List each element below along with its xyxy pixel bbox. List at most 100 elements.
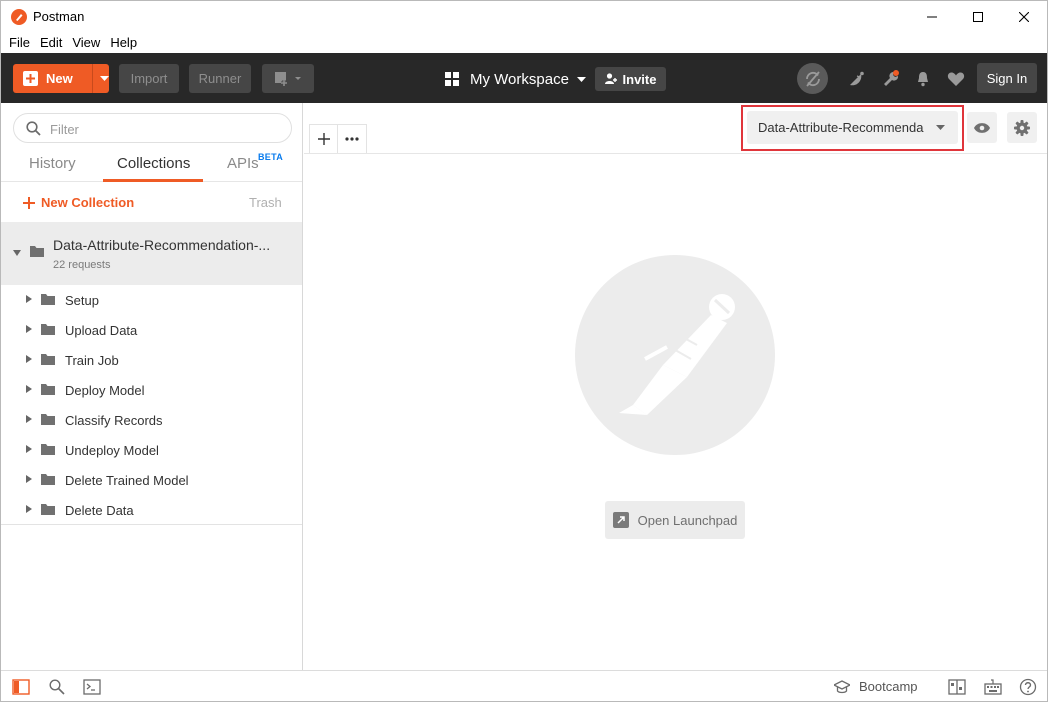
chevron-down-icon (576, 76, 586, 82)
close-button[interactable] (1001, 1, 1047, 32)
bootcamp-label: Bootcamp (859, 679, 918, 694)
chevron-right-icon[interactable] (26, 325, 32, 333)
folder-icon (41, 384, 55, 395)
grid-icon (445, 72, 459, 86)
sign-in-button[interactable]: Sign In (977, 63, 1037, 93)
manage-environments-button[interactable] (1007, 112, 1037, 143)
tab-apis[interactable]: APIs BETA (227, 152, 283, 172)
postman-window: Postman File Edit View Help New Import R… (0, 0, 1048, 702)
filter-box[interactable] (13, 113, 292, 143)
chevron-right-icon[interactable] (26, 445, 32, 453)
chevron-right-icon[interactable] (26, 505, 32, 513)
bootcamp-button[interactable]: Bootcamp (834, 679, 918, 694)
postman-logo-icon (11, 9, 27, 25)
folder-icon (41, 354, 55, 365)
new-collection-button[interactable]: New Collection (23, 195, 134, 210)
folder-label: Classify Records (65, 413, 163, 428)
gear-icon (1014, 119, 1030, 136)
collection-item[interactable]: Data-Attribute-Recommendation-... 22 req… (1, 222, 302, 285)
menu-view[interactable]: View (72, 35, 100, 50)
filter-input[interactable] (50, 120, 280, 138)
folder-item[interactable]: Upload Data (1, 315, 302, 345)
maximize-button[interactable] (955, 1, 1001, 32)
two-pane-view-icon[interactable] (948, 678, 966, 696)
collection-name: Data-Attribute-Recommendation-... (53, 237, 271, 253)
chevron-right-icon[interactable] (26, 385, 32, 393)
chevron-down-icon[interactable] (100, 76, 109, 81)
runner-button[interactable]: Runner (189, 64, 251, 93)
chevron-right-icon[interactable] (26, 295, 32, 303)
menu-file[interactable]: File (9, 35, 30, 50)
import-button[interactable]: Import (119, 64, 179, 93)
folder-icon (41, 414, 55, 425)
tab-options-button[interactable] (338, 124, 367, 153)
search-icon (26, 121, 41, 136)
folder-label: Upload Data (65, 323, 138, 338)
environment-quick-look-button[interactable] (967, 112, 997, 143)
new-window-button[interactable] (262, 64, 314, 93)
sync-off-icon[interactable] (797, 63, 828, 94)
invite-button[interactable]: Invite (595, 67, 666, 91)
new-window-icon (275, 71, 301, 86)
environment-selected: Data-Attribute-Recommenda (758, 120, 924, 135)
new-tab-button[interactable] (309, 124, 338, 153)
environment-selector[interactable]: Data-Attribute-Recommenda (747, 111, 958, 144)
keyboard-shortcuts-icon[interactable] (984, 678, 1002, 696)
folder-label: Delete Trained Model (65, 473, 189, 488)
find-replace-icon[interactable] (48, 678, 66, 696)
folder-item[interactable]: Setup (1, 285, 302, 315)
menu-bar: File Edit View Help (1, 32, 1047, 53)
folder-label: Undeploy Model (65, 443, 159, 458)
folder-item[interactable]: Deploy Model (1, 375, 302, 405)
bell-icon[interactable] (914, 70, 932, 88)
folder-icon (41, 474, 55, 485)
plus-icon (23, 196, 35, 209)
chevron-down-icon (936, 125, 945, 130)
main-panel: Data-Attribute-Recommenda Open Launchpad (304, 103, 1047, 670)
folder-item[interactable]: Undeploy Model (1, 435, 302, 465)
new-button-label: New (46, 71, 73, 86)
external-link-icon (612, 512, 629, 528)
folder-item[interactable]: Delete Trained Model (1, 465, 302, 495)
title-bar: Postman (1, 1, 1047, 32)
plus-icon (317, 133, 330, 145)
astronaut-icon (619, 294, 735, 415)
beta-badge: BETA (258, 152, 284, 162)
new-button[interactable]: New (13, 64, 109, 93)
request-tab-bar: Data-Attribute-Recommenda (304, 103, 1047, 154)
chevron-right-icon[interactable] (26, 475, 32, 483)
chevron-right-icon[interactable] (26, 415, 32, 423)
heart-icon[interactable] (947, 70, 965, 88)
sidebar-tabs: History Collections APIs BETA (1, 149, 302, 182)
postman-astronaut-logo (575, 255, 775, 455)
toggle-sidebar-icon[interactable] (12, 678, 30, 696)
help-icon[interactable] (1019, 678, 1037, 696)
workspace-switcher[interactable]: My Workspace (445, 68, 586, 90)
chevron-right-icon[interactable] (26, 355, 32, 363)
wrench-icon[interactable] (882, 70, 900, 88)
add-user-icon (604, 73, 617, 84)
tab-collections[interactable]: Collections (117, 155, 190, 172)
open-launchpad-button[interactable]: Open Launchpad (605, 501, 745, 539)
satellite-icon[interactable] (848, 70, 866, 88)
active-tab-indicator (103, 179, 203, 182)
folder-item[interactable]: Train Job (1, 345, 302, 375)
sidebar: History Collections APIs BETA New Collec… (1, 103, 303, 670)
open-launchpad-label: Open Launchpad (637, 512, 738, 528)
header-toolbar: New Import Runner My Workspace Invite Si… (1, 53, 1047, 103)
folder-label: Delete Data (65, 503, 134, 518)
new-collection-label: New Collection (41, 195, 135, 210)
minimize-button[interactable] (909, 1, 955, 32)
window-title: Postman (33, 9, 85, 24)
menu-edit[interactable]: Edit (40, 35, 62, 50)
folder-icon (41, 444, 55, 455)
console-icon[interactable] (83, 678, 101, 696)
folder-item[interactable]: Classify Records (1, 405, 302, 435)
tab-history[interactable]: History (29, 155, 76, 172)
trash-link[interactable]: Trash (249, 195, 282, 210)
chevron-down-icon[interactable] (13, 250, 21, 256)
tab-apis-label: APIs (227, 155, 259, 172)
menu-help[interactable]: Help (110, 35, 137, 50)
collection-request-count: 22 requests (53, 259, 111, 271)
folder-item[interactable]: Delete Data (1, 495, 302, 525)
